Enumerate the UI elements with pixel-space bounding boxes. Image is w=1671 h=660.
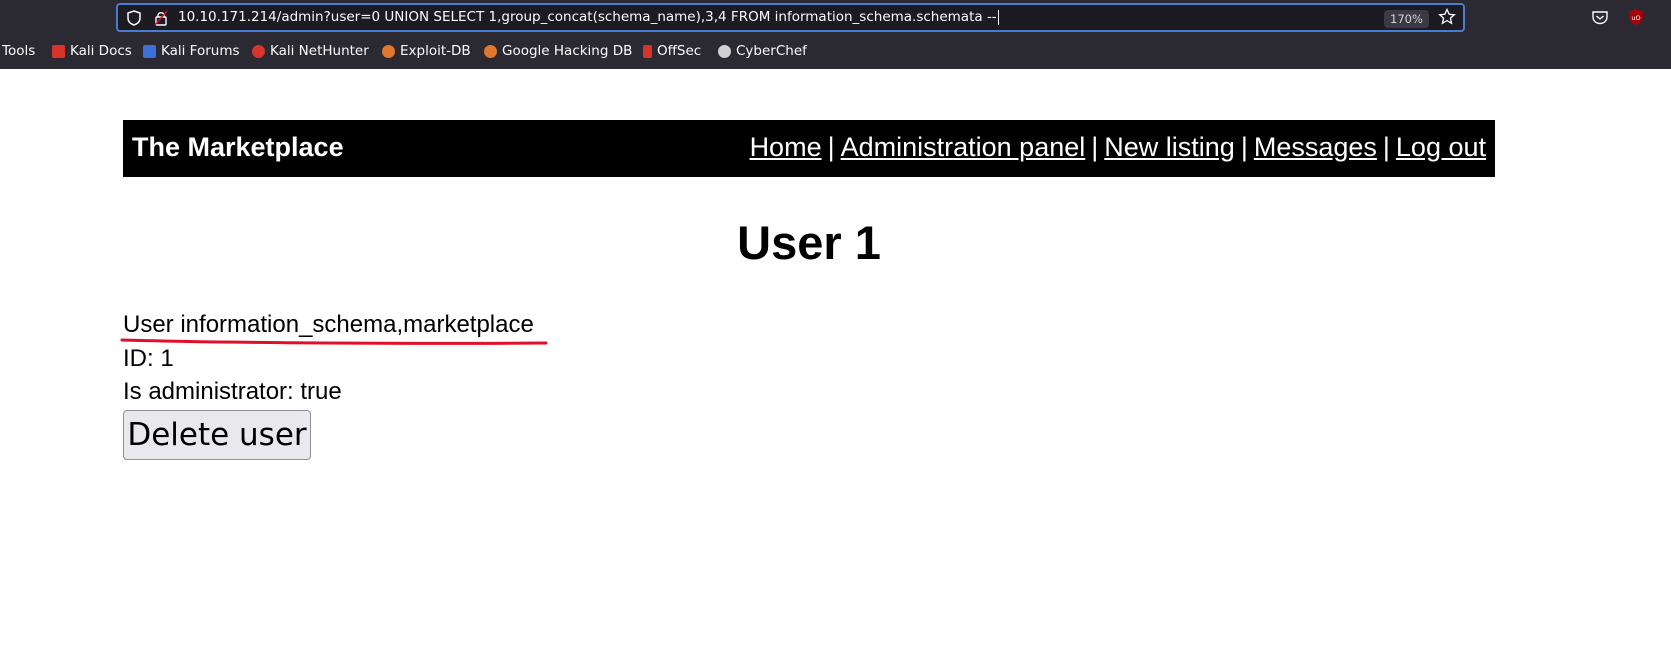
shield-icon[interactable] (127, 10, 141, 26)
site-header: The Marketplace Home | Administration pane… (123, 120, 1495, 177)
ghdb-icon (484, 44, 497, 58)
bookmark-star-icon[interactable] (1438, 8, 1456, 26)
kali-forums-icon (143, 44, 156, 58)
nav-logout-link[interactable]: Log out (1396, 132, 1486, 162)
red-annotation-underline (120, 338, 548, 345)
user-id-line: ID: 1 (123, 345, 174, 372)
offsec-icon (643, 44, 652, 58)
ublock-origin-icon[interactable]: uO (1627, 8, 1645, 26)
nav-separator: | (1382, 132, 1390, 162)
exploit-db-icon (382, 44, 395, 58)
nav-home-link[interactable]: Home (750, 132, 822, 162)
nav-new-listing-link[interactable]: New listing (1104, 132, 1235, 162)
bookmark-kali-docs[interactable]: Kali Docs (52, 43, 132, 59)
pocket-icon[interactable] (1591, 8, 1609, 26)
site-title: The Marketplace (132, 132, 344, 162)
nav-admin-panel-link[interactable]: Administration panel (841, 132, 1086, 162)
page-title: User 1 (737, 216, 881, 269)
nav-messages-link[interactable]: Messages (1254, 132, 1377, 162)
nav-separator: | (827, 132, 835, 162)
main-nav: Home | Administration panel | New listing | Me… (750, 132, 1486, 163)
bookmark-google-hacking-db[interactable]: Google Hacking DB (484, 43, 632, 59)
insecure-lock-icon[interactable] (154, 10, 168, 26)
bookmarks-toolbar: Tools Kali Docs Kali Forums Kali NetHunt… (0, 40, 1671, 64)
kali-nethunter-icon (252, 44, 265, 58)
bookmark-kali-forums[interactable]: Kali Forums (143, 43, 240, 59)
cyberchef-icon (718, 44, 731, 58)
kali-docs-icon (52, 44, 65, 58)
nav-separator: | (1091, 132, 1099, 162)
svg-text:uO: uO (1631, 14, 1640, 22)
admin-status-line: Is administrator: true (123, 378, 342, 405)
url-text[interactable]: 10.10.171.214/admin?user=0 UNION SELECT … (178, 9, 999, 25)
bookmark-exploit-db[interactable]: Exploit-DB (382, 43, 471, 59)
bookmark-tools[interactable]: Tools (2, 43, 35, 59)
bookmark-offsec[interactable]: OffSec (643, 43, 701, 59)
nav-separator: | (1240, 132, 1248, 162)
bookmark-kali-nethunter[interactable]: Kali NetHunter (252, 43, 369, 59)
url-bar[interactable]: 10.10.171.214/admin?user=0 UNION SELECT … (116, 3, 1465, 32)
browser-toolbar: 10.10.171.214/admin?user=0 UNION SELECT … (0, 0, 1671, 69)
delete-user-button[interactable]: Delete user (123, 410, 311, 460)
zoom-indicator[interactable]: 170% (1384, 10, 1429, 28)
user-name-line: User information_schema,marketplace (123, 311, 534, 338)
bookmark-cyberchef[interactable]: CyberChef (718, 43, 807, 59)
